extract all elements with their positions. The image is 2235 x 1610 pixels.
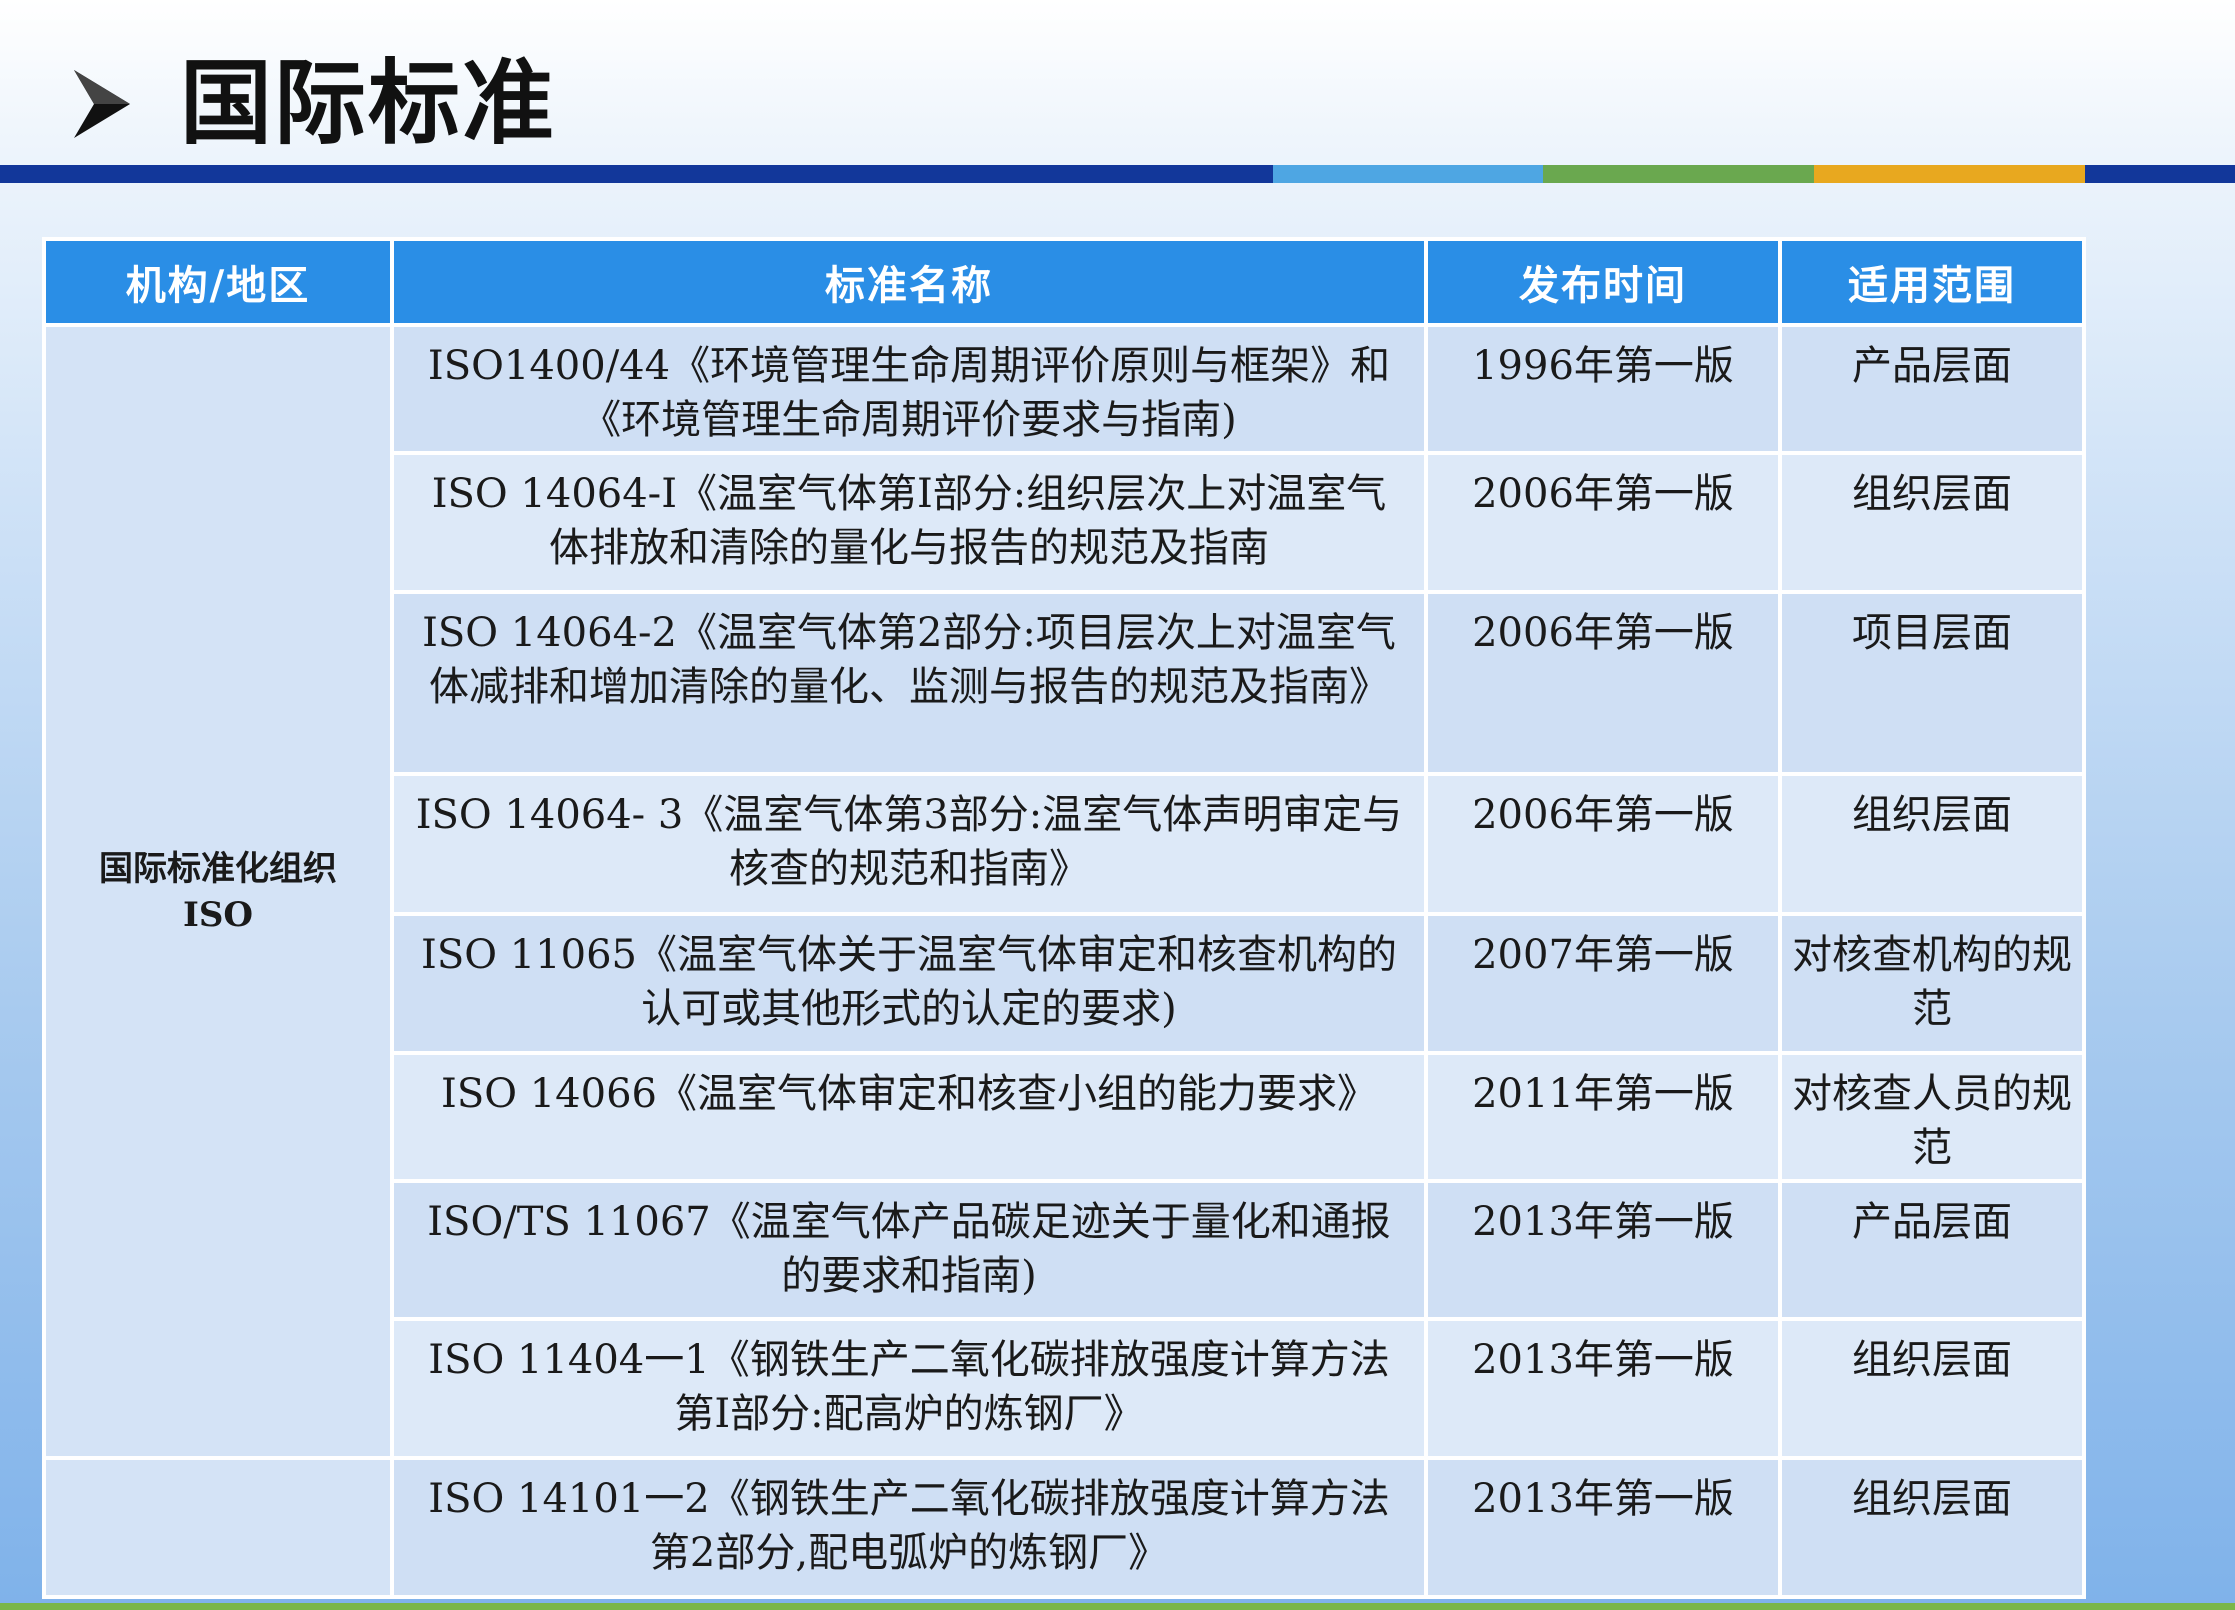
standard-name-cell: ISO 14064-2《温室气体第2部分:项目层次上对温室气体减排和增加清除的量… xyxy=(390,590,1428,776)
org-name: 国际标准化组织 xyxy=(99,848,337,889)
scope-cell: 项目层面 xyxy=(1778,590,2086,776)
release-date-cell: 2011年第一版 xyxy=(1424,1051,1782,1183)
table-row: ISO 14101一2《钢铁生产二氧化碳排放强度计算方法第2部分,配电弧炉的炼钢… xyxy=(42,1456,2086,1599)
standard-name-cell: ISO 14066《温室气体审定和核查小组的能力要求》 xyxy=(390,1051,1428,1183)
release-date-cell: 2013年第一版 xyxy=(1424,1456,1782,1599)
release-date-cell: 2013年第一版 xyxy=(1424,1179,1782,1321)
standard-name-cell: ISO 11065《温室气体关于温室气体审定和核查机构的认可或其他形式的认定的要… xyxy=(390,912,1428,1055)
table-header-row: 机构/地区 标准名称 发布时间 适用范围 xyxy=(42,237,2086,327)
standard-name-cell: ISO 14101一2《钢铁生产二氧化碳排放强度计算方法第2部分,配电弧炉的炼钢… xyxy=(390,1456,1428,1599)
scope-cell: 组织层面 xyxy=(1778,772,2086,916)
header-standard-name: 标准名称 xyxy=(390,237,1428,327)
scope-cell: 对核查机构的规范 xyxy=(1778,912,2086,1055)
scope-cell: 产品层面 xyxy=(1778,323,2086,455)
scope-cell: 产品层面 xyxy=(1778,1179,2086,1321)
header-stripe-navy xyxy=(0,165,1273,183)
scope-cell: 对核查人员的规范 xyxy=(1778,1051,2086,1183)
standard-name-cell: ISO 14064-I《温室气体第I部分:组织层次上对温室气体排放和清除的量化与… xyxy=(390,451,1428,594)
header-stripe-green xyxy=(1543,165,1814,183)
arrow-bullet-icon xyxy=(74,70,130,138)
release-date-cell: 2006年第一版 xyxy=(1424,590,1782,776)
scope-cell: 组织层面 xyxy=(1778,1456,2086,1599)
org-cell-empty xyxy=(42,1456,394,1599)
release-date-cell: 2007年第一版 xyxy=(1424,912,1782,1055)
header-org: 机构/地区 xyxy=(42,237,394,327)
release-date-cell: 2006年第一版 xyxy=(1424,451,1782,594)
standard-name-cell: ISO 14064- 3《温室气体第3部分:温室气体声明审定与核查的规范和指南》 xyxy=(390,772,1428,916)
header-stripe-orange xyxy=(1814,165,2085,183)
header-stripe-navy-end xyxy=(2085,165,2235,183)
slide-header: 国际标准 xyxy=(0,0,2235,165)
standard-name-cell: ISO1400/44《环境管理生命周期评价原则与框架》和《环境管理生命周期评价要… xyxy=(390,323,1428,455)
footer-line xyxy=(0,1603,2235,1610)
header-scope: 适用范围 xyxy=(1778,237,2086,327)
release-date-cell: 2013年第一版 xyxy=(1424,1317,1782,1460)
standards-table-container: 机构/地区 标准名称 发布时间 适用范围 国际标准化组织 ISO ISO1400… xyxy=(42,237,2086,1599)
standards-table: 机构/地区 标准名称 发布时间 适用范围 国际标准化组织 ISO ISO1400… xyxy=(42,237,2086,1599)
release-date-cell: 2006年第一版 xyxy=(1424,772,1782,916)
org-cell: 国际标准化组织 ISO xyxy=(42,323,394,1460)
header-stripe-blue xyxy=(1273,165,1543,183)
release-date-cell: 1996年第一版 xyxy=(1424,323,1782,455)
org-abbrev: ISO xyxy=(182,894,254,935)
standard-name-cell: ISO/TS 11067《温室气体产品碳足迹关于量化和通报的要求和指南) xyxy=(390,1179,1428,1321)
standard-name-cell: ISO 11404一1《钢铁生产二氧化碳排放强度计算方法第I部分:配高炉的炼钢厂… xyxy=(390,1317,1428,1460)
scope-cell: 组织层面 xyxy=(1778,1317,2086,1460)
table-row: 国际标准化组织 ISO ISO1400/44《环境管理生命周期评价原则与框架》和… xyxy=(42,323,2086,1460)
slide-title: 国际标准 xyxy=(180,50,557,157)
scope-cell: 组织层面 xyxy=(1778,451,2086,594)
header-release-date: 发布时间 xyxy=(1424,237,1782,327)
